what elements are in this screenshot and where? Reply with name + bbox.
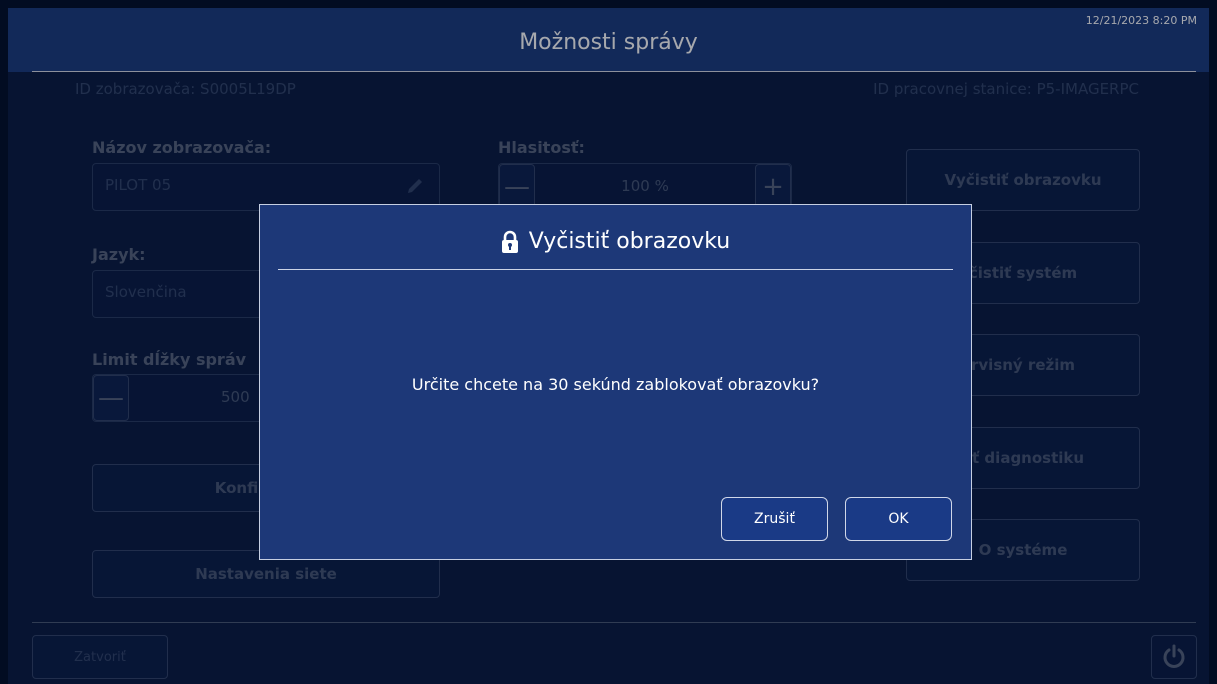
- dialog-header: Vyčistiť obrazovku: [260, 229, 971, 254]
- clear-screen-dialog: Vyčistiť obrazovku Určite chcete na 30 s…: [259, 204, 972, 560]
- ok-button[interactable]: OK: [845, 497, 952, 541]
- dialog-title: Vyčistiť obrazovku: [528, 229, 731, 254]
- dialog-divider: [278, 269, 953, 270]
- dialog-message: Určite chcete na 30 sekúnd zablokovať ob…: [411, 375, 820, 394]
- cancel-button[interactable]: Zrušiť: [721, 497, 828, 541]
- lock-icon: [501, 230, 518, 253]
